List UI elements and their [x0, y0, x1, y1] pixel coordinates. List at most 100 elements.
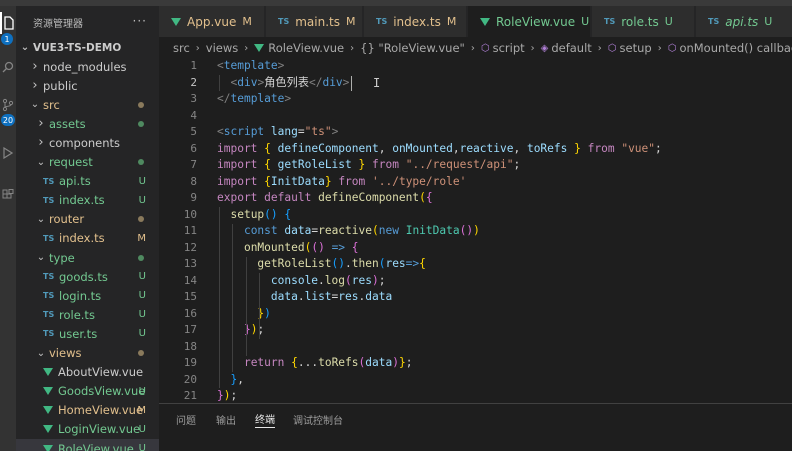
code-token: { [284, 207, 292, 221]
code-line[interactable]: return {...toRefs(data)}; [217, 355, 413, 372]
tab-main-ts[interactable]: TS main.ts M [266, 6, 363, 37]
code-token: </ [308, 75, 323, 89]
code-line[interactable]: export default defineComponent({ [217, 190, 433, 207]
code-line[interactable]: </template> [217, 91, 291, 108]
git-status-badge: U [138, 385, 146, 397]
tree-file[interactable]: TS goods.ts U [16, 267, 159, 286]
tree-file[interactable]: TS user.ts U [16, 324, 159, 343]
code-token: script [223, 125, 265, 138]
tree-file[interactable]: TS login.ts U [16, 286, 159, 305]
code-line[interactable]: onMounted(() => { [217, 240, 359, 257]
code-editor[interactable]: 1 2 3 4 5 6 7 8 9 10 11 12 13 14 15 16 17 18 19 20 21 <templ… [159, 59, 792, 403]
code-line[interactable]: import { defineComponent, onMounted,reac… [217, 141, 662, 158]
panel-tab[interactable]: 输出 [216, 410, 236, 428]
tree-folder[interactable]: › node_modules [16, 57, 159, 76]
tree-folder[interactable]: › components [16, 133, 159, 152]
code-token: ) [392, 356, 399, 369]
breadcrumb-item[interactable]: script [493, 41, 525, 55]
breadcrumb: src › views › RoleView.vue › {} "RoleView.vue"… [159, 37, 792, 59]
tree-file[interactable]: RoleView.vue U [16, 439, 159, 451]
panel-tab[interactable]: 调试控制台 [293, 410, 343, 428]
tree-folder[interactable]: ⌄ src [16, 95, 159, 114]
tree-file[interactable]: TS index.ts U [16, 191, 159, 210]
tab-role-ts[interactable]: TS role.ts U [592, 6, 695, 37]
breadcrumb-item[interactable]: default [551, 41, 591, 55]
tree-file[interactable]: TS role.ts U [16, 305, 159, 324]
panel-tab[interactable]: 终端 [255, 410, 275, 428]
explorer-icon[interactable] [0, 12, 16, 34]
breadcrumb-item[interactable]: setup [620, 41, 652, 55]
line-number: 11 [183, 224, 197, 237]
code-token: ( [371, 224, 379, 237]
code-token: template [223, 59, 278, 72]
line-number: 19 [183, 356, 197, 369]
code-line[interactable]: }, [217, 372, 244, 389]
tree-file[interactable]: HomeView.vue M [16, 401, 159, 420]
breadcrumb-item[interactable]: onMounted() callback [679, 41, 792, 55]
tree-file[interactable]: TS api.ts U [16, 172, 159, 191]
extensions-icon[interactable] [0, 184, 16, 206]
code-line[interactable]: }) [217, 306, 271, 323]
code-token: defineComponent [277, 141, 379, 155]
search-icon[interactable] [0, 56, 16, 78]
code-line[interactable]: getRoleList().then(res=>{ [217, 256, 426, 273]
tab-app-vue[interactable]: App.vue M [159, 6, 265, 37]
tab-roleview-vue[interactable]: RoleView.vue U [468, 6, 591, 37]
tree-file[interactable]: AboutView.vue [16, 363, 159, 382]
tree-folder[interactable]: › public [16, 76, 159, 95]
code-line[interactable]: import {InitData} from '../type/role' [217, 174, 466, 191]
tree-item-label: type [49, 250, 75, 265]
code-token: ( [345, 273, 352, 287]
code-token: data [284, 224, 312, 237]
run-debug-icon[interactable] [0, 142, 16, 164]
code-line[interactable]: }); [217, 322, 264, 339]
breadcrumb-item[interactable]: RoleView.vue [268, 41, 344, 55]
ts-file-icon: TS [43, 176, 55, 186]
breadcrumb-item[interactable]: {} "RoleView.vue" [360, 41, 465, 55]
line-number: 10 [183, 207, 197, 221]
code-line[interactable]: <script lang="ts"> [217, 124, 338, 141]
tree-item-label: GoodsView.vue [58, 384, 146, 399]
code-line[interactable]: setup() { [217, 207, 291, 224]
code-token: , [237, 372, 244, 386]
code-line[interactable]: import { getRoleList } from "../request/… [217, 157, 520, 174]
tab-index-ts[interactable]: TS index.ts M [364, 6, 467, 37]
tree-folder[interactable]: ⌄ views [16, 344, 159, 363]
ts-file-icon: TS [708, 17, 720, 26]
breadcrumb-item[interactable]: views [206, 41, 238, 55]
method-icon: ⬡ [607, 42, 617, 54]
line-number: 16 [183, 306, 197, 320]
code-line[interactable]: const data=reactive(new InitData()) [217, 223, 480, 240]
tree-folder[interactable]: ⌄ router [16, 210, 159, 229]
code-line[interactable]: console.log(res); [217, 273, 386, 290]
git-status-badge: M [137, 232, 146, 244]
tree-folder[interactable]: ⌄ request [16, 153, 159, 172]
explorer-more-icon[interactable]: ··· [133, 14, 147, 28]
line-number: 14 [183, 273, 197, 287]
tree-item-label: index.ts [59, 193, 105, 208]
text-cursor [351, 76, 352, 91]
tree-file[interactable]: TS index.ts M [16, 229, 159, 248]
breadcrumb-item[interactable]: src [173, 41, 190, 55]
tree-folder[interactable]: ⌄ type [16, 248, 159, 267]
code-line[interactable]: <template> [217, 59, 284, 75]
tab-api-ts[interactable]: TS api.ts U [696, 6, 792, 37]
code-line[interactable]: }); [217, 388, 237, 403]
code-token: { [425, 191, 433, 204]
code-line[interactable]: data.list=res.data [217, 289, 392, 306]
source-control-icon[interactable] [0, 94, 16, 116]
code-token: , [452, 141, 460, 155]
git-status-badge: U [138, 175, 146, 187]
code-line[interactable]: <div>角色列表</div> [217, 75, 349, 92]
panel-tab[interactable]: 问题 [176, 410, 196, 428]
tree-file[interactable]: GoodsView.vue U [16, 382, 159, 401]
code-token: { [419, 257, 426, 270]
tree-file[interactable]: LoginView.vue U [16, 420, 159, 439]
code-token: onMounted [392, 141, 453, 155]
project-root[interactable]: ⌄ VUE3-TS-DEMO [16, 38, 159, 57]
tree-folder[interactable]: › assets [16, 114, 159, 133]
